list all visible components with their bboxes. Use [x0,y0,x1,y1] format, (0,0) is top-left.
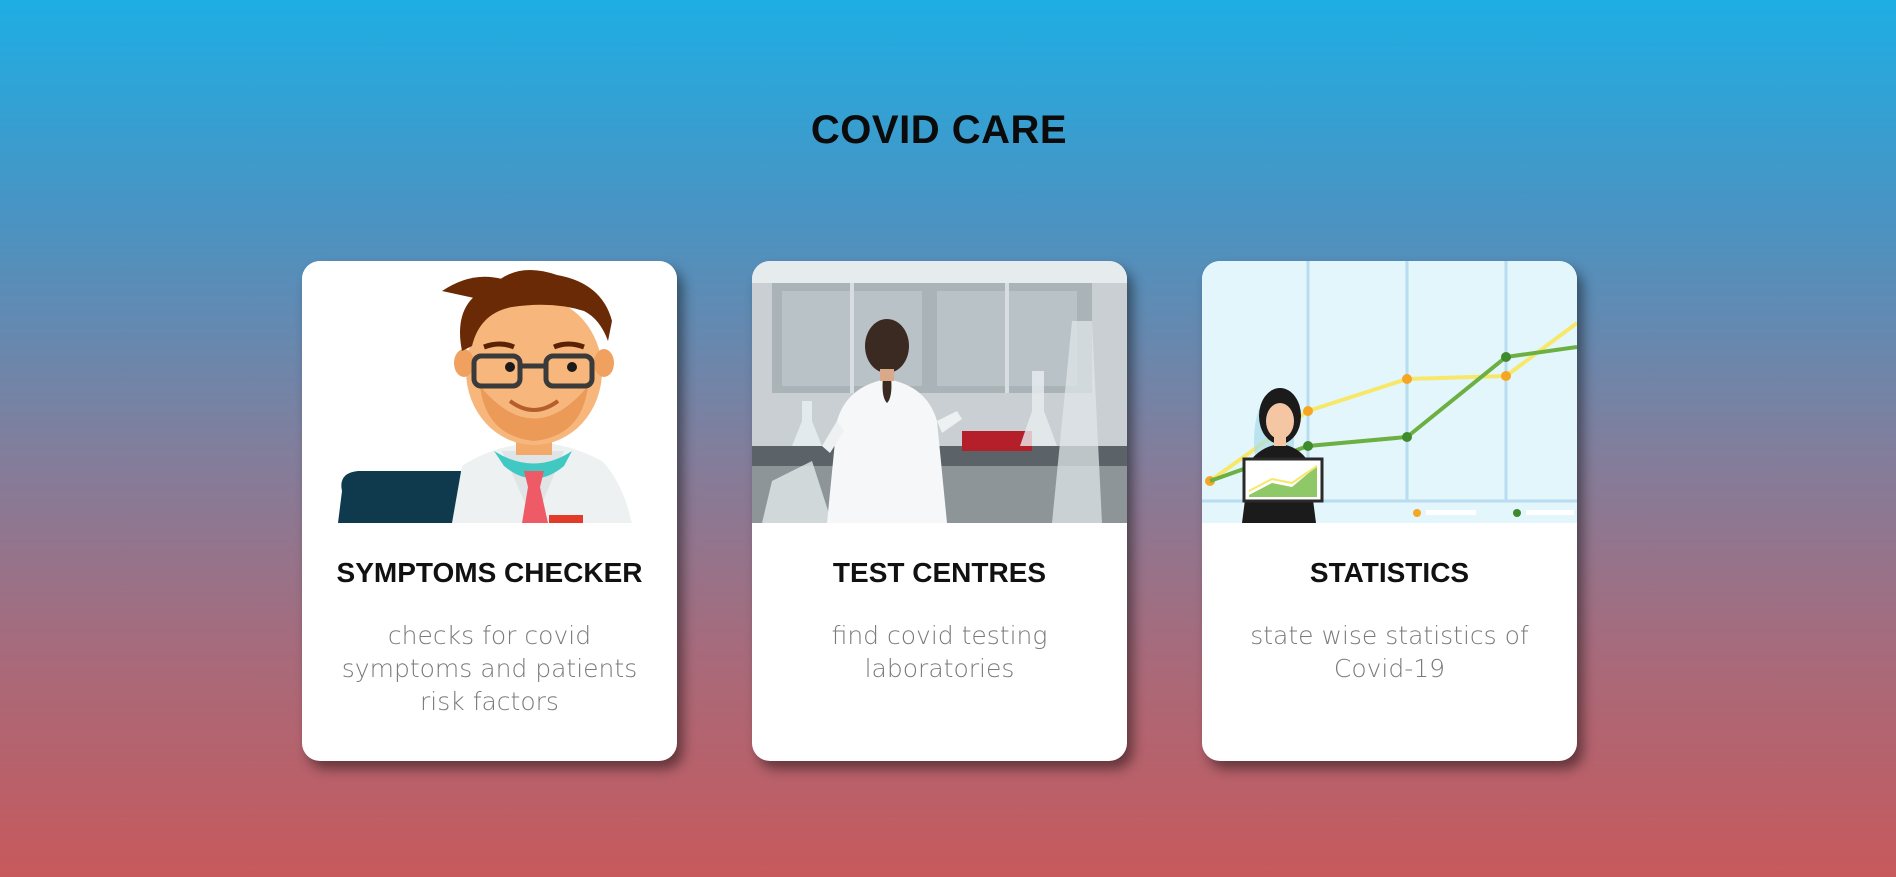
statistics-illustration [1202,261,1577,523]
doctor-illustration [302,261,677,523]
card-title: STATISTICS [1309,557,1470,588]
card-description: state wise statistics of Covid-19 [1250,621,1529,683]
laboratory-photo [752,261,1127,523]
card-title: TEST CENTRES [832,557,1047,588]
test-centres-card[interactable]: TEST CENTRES find covid testing laborato… [752,261,1127,761]
statistics-card[interactable]: STATISTICS state wise statistics of Covi… [1202,261,1577,761]
card-description: find covid testing laboratories [831,621,1048,683]
cards-container: SYMPTOMS CHECKER checks for covid sympto… [302,261,1577,761]
card-title: SYMPTOMS CHECKER [336,557,643,588]
card-description: checks for covid symptoms and patients r… [341,621,638,716]
page-title: COVID CARE [810,108,1068,152]
symptoms-checker-card[interactable]: SYMPTOMS CHECKER checks for covid sympto… [302,261,677,761]
